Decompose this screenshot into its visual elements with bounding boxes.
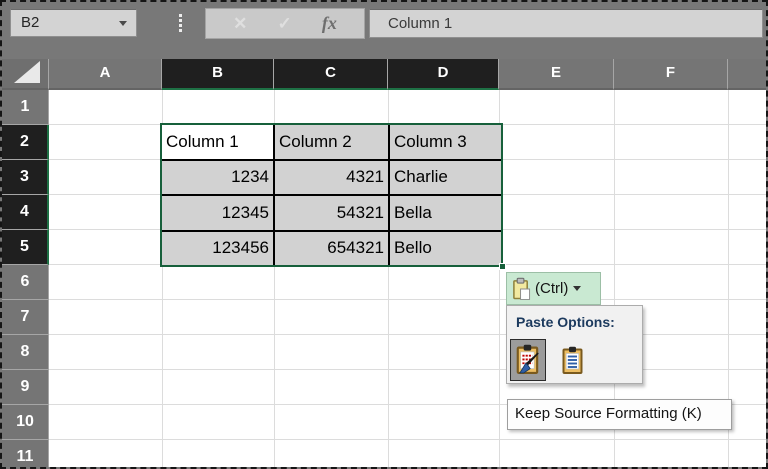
paste-values-button[interactable] xyxy=(557,343,589,379)
row-header-7[interactable]: 7 xyxy=(2,300,49,335)
cell-b4[interactable]: 12345 xyxy=(162,196,273,230)
paste-options-button-label: (Ctrl) xyxy=(535,280,568,297)
select-all-triangle-icon xyxy=(14,61,40,83)
cell-d3[interactable]: Charlie xyxy=(390,161,501,195)
paste-options-button[interactable]: (Ctrl) xyxy=(506,272,601,305)
insert-function-icon[interactable]: fx xyxy=(322,13,337,34)
cell-c5[interactable]: 654321 xyxy=(275,232,388,266)
row-header-8[interactable]: 8 xyxy=(2,335,49,370)
column-header-row: A B C D E F xyxy=(2,59,768,90)
row-header-4[interactable]: 4 xyxy=(2,195,49,230)
column-header-c[interactable]: C xyxy=(274,59,388,90)
keep-source-formatting-icon xyxy=(514,343,542,377)
cell-b2[interactable]: Column 1 xyxy=(162,125,273,159)
formula-bar-value: Column 1 xyxy=(388,10,452,37)
cell-d2[interactable]: Column 3 xyxy=(390,125,501,159)
column-header-d[interactable]: D xyxy=(388,59,499,90)
tooltip: Keep Source Formatting (K) xyxy=(507,399,732,430)
row-header-9[interactable]: 9 xyxy=(2,370,49,405)
row-header-1[interactable]: 1 xyxy=(2,90,49,125)
name-box-value: B2 xyxy=(21,10,39,36)
column-header-partial[interactable] xyxy=(728,59,768,90)
row-header-6[interactable]: 6 xyxy=(2,265,49,300)
row-header-3[interactable]: 3 xyxy=(2,160,49,195)
cancel-icon[interactable]: ✕ xyxy=(233,14,247,34)
clipboard-lines-icon xyxy=(560,345,586,377)
row-header-2[interactable]: 2 xyxy=(2,125,49,160)
formula-bar-grip-handle[interactable] xyxy=(179,14,182,32)
chevron-down-icon xyxy=(573,286,581,291)
name-box-dropdown-icon[interactable] xyxy=(119,21,127,26)
cell-d5[interactable]: Bello xyxy=(390,232,501,266)
row-header-5[interactable]: 5 xyxy=(2,230,49,265)
enter-icon[interactable]: ✓ xyxy=(277,14,291,34)
formula-toolbar: ✕ ✓ fx xyxy=(205,8,365,39)
column-header-a[interactable]: A xyxy=(49,59,162,90)
keep-source-formatting-button[interactable] xyxy=(510,339,546,381)
column-header-e[interactable]: E xyxy=(499,59,614,90)
cell-c2[interactable]: Column 2 xyxy=(275,125,388,159)
row-header-10[interactable]: 10 xyxy=(2,405,49,440)
formula-bar[interactable]: Column 1 xyxy=(369,9,763,38)
cell-b3[interactable]: 1234 xyxy=(162,161,273,195)
cell-b5[interactable]: 123456 xyxy=(162,232,273,266)
column-header-b[interactable]: B xyxy=(162,59,274,90)
row-header-11[interactable]: 11 xyxy=(2,440,49,469)
cell-c4[interactable]: 54321 xyxy=(275,196,388,230)
fill-handle[interactable] xyxy=(499,263,506,270)
clipboard-paste-icon xyxy=(512,277,531,301)
paste-options-panel: Paste Options: xyxy=(506,305,643,384)
excel-window: B2 ✕ ✓ fx Column 1 A B C D E F 1 2 3 4 5… xyxy=(0,0,768,469)
cell-d4[interactable]: Bella xyxy=(390,196,501,230)
paste-options-title: Paste Options: xyxy=(516,314,615,330)
row-header-column: 1 2 3 4 5 6 7 8 9 10 11 xyxy=(2,90,49,469)
cell-c3[interactable]: 4321 xyxy=(275,161,388,195)
selected-range-b2-d5: Column 1 Column 2 Column 3 1234 4321 Cha… xyxy=(160,123,503,267)
select-all-button[interactable] xyxy=(2,59,49,90)
name-box[interactable]: B2 xyxy=(10,9,137,37)
column-header-f[interactable]: F xyxy=(614,59,728,90)
